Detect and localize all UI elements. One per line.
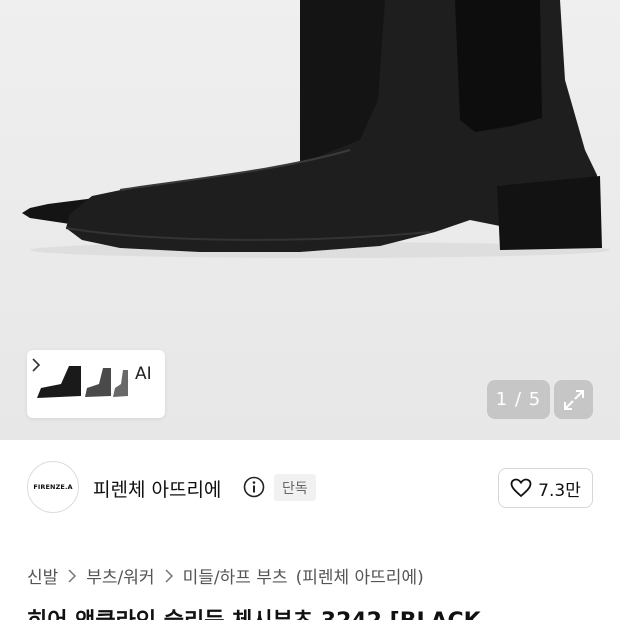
breadcrumb-item[interactable]: (피렌체 아뜨리에) xyxy=(296,563,424,588)
ai-thumbnail-card[interactable]: AI xyxy=(27,350,165,418)
breadcrumb-item[interactable]: 부츠/워커 xyxy=(86,563,154,588)
brand-row: FIRENZE.A 피렌체 아뜨리에 단독 7.3만 xyxy=(0,441,620,533)
exclusive-badge: 단독 xyxy=(274,474,316,501)
expand-icon xyxy=(563,389,584,410)
boot-thumbnail-image xyxy=(37,366,128,398)
like-count: 7.3만 xyxy=(538,480,581,501)
chevron-right-icon xyxy=(32,358,41,372)
breadcrumb-item[interactable]: 신발 xyxy=(27,563,58,588)
chevron-right-icon xyxy=(68,568,77,583)
expand-button[interactable] xyxy=(554,380,593,419)
brand-logo[interactable]: FIRENZE.A xyxy=(27,461,79,513)
chevron-right-icon xyxy=(165,568,173,583)
breadcrumb-item[interactable]: 미들/하프 부츠 xyxy=(183,563,288,588)
ai-label: AI xyxy=(135,364,152,384)
info-icon[interactable] xyxy=(243,476,265,498)
heart-icon xyxy=(510,478,532,498)
brand-name[interactable]: 피렌체 아뜨리에 xyxy=(93,475,221,502)
breadcrumb: 신발 부츠/워커 미들/하프 부츠 (피렌체 아뜨리에) xyxy=(27,563,424,588)
image-counter: 1 / 5 xyxy=(487,380,550,419)
like-button[interactable]: 7.3만 xyxy=(498,468,593,508)
product-image-gallery[interactable]: AI 1 / 5 xyxy=(0,0,620,440)
product-title: 히어 앵클라인 슬리듯 체시부츠 3242 [BLACK xyxy=(27,603,620,620)
